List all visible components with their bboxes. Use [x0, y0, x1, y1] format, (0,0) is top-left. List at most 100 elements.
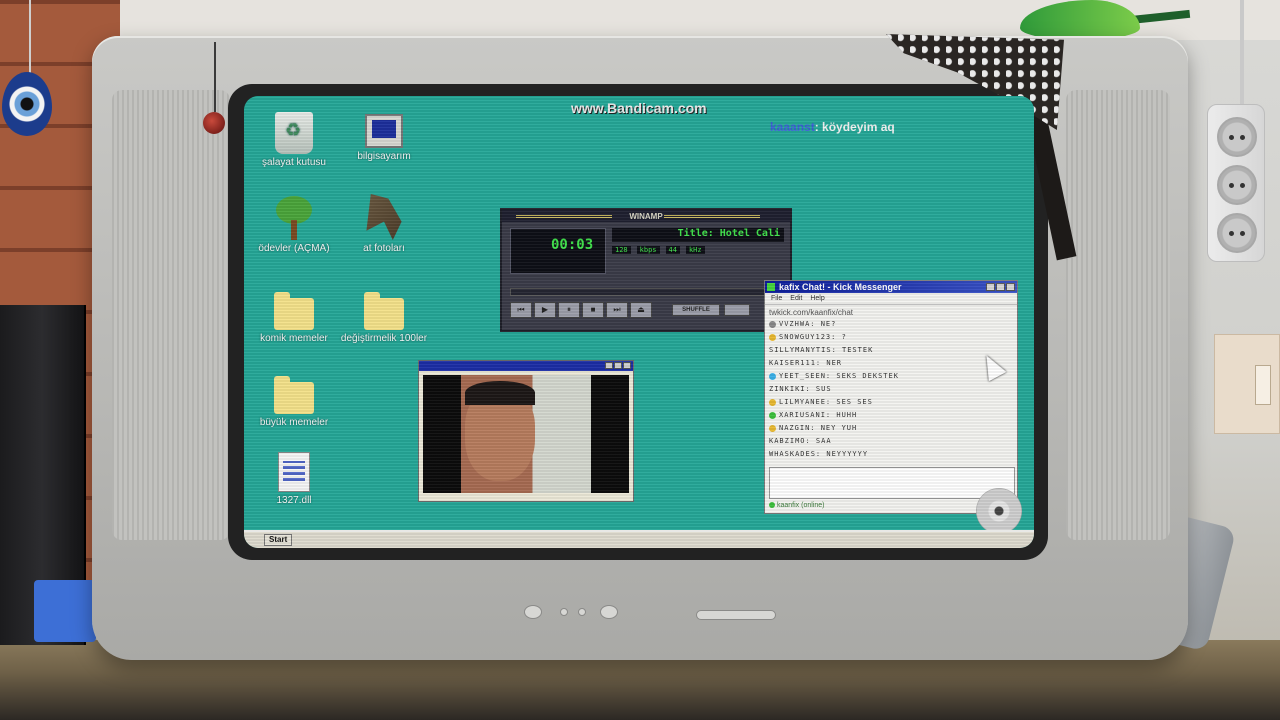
power-led [203, 112, 225, 134]
minimize-button[interactable] [986, 283, 995, 291]
desktop-icon-label: şalayat kutusu [262, 157, 326, 168]
desktop-icon-computer[interactable]: bilgisayarım [336, 114, 432, 162]
messenger-titlebar[interactable]: kafix Chat! - Kick Messenger [765, 281, 1017, 293]
minimize-button[interactable] [605, 362, 613, 369]
chat-message-text: NAZGIN: NEY YUH [779, 424, 858, 432]
next-button[interactable]: ⏭ [606, 302, 628, 318]
maximize-button[interactable] [614, 362, 622, 369]
user-badge-icon [769, 424, 776, 432]
play-button[interactable]: ▶ [534, 302, 556, 318]
pause-button[interactable]: ⏸ [558, 302, 580, 318]
chat-message-text: WHASKADES: NEYYYYYY [769, 450, 869, 458]
evil-eye-charm [2, 72, 52, 136]
chat-message-text: KABZIMO: SAA [769, 437, 832, 445]
repeat-button[interactable] [724, 304, 750, 316]
folder-icon [274, 292, 314, 330]
chat-overlay-colon: : [814, 120, 823, 134]
shuffle-button[interactable]: SHUFFLE [672, 304, 720, 316]
start-button[interactable]: Start [264, 534, 293, 546]
tv-button[interactable] [578, 608, 586, 616]
previous-button[interactable]: ⏮ [510, 302, 532, 318]
chat-message: NAZGIN: NEY YUH [769, 422, 1013, 435]
chat-message: KAISER111: NER [769, 357, 1013, 370]
menu-help[interactable]: Help [810, 295, 824, 302]
chat-message-text: VVZHWA: NE? [779, 320, 837, 328]
chat-overlay: kaaanst: köydeyim aq [770, 120, 895, 134]
chat-overlay-message: köydeyim aq [822, 120, 895, 134]
desktop-icon-horse-photos[interactable]: at fotoları [336, 194, 432, 254]
winamp-song-title: Title: Hotel Cali [612, 228, 784, 242]
power-cable [1240, 0, 1244, 106]
console-stand [34, 580, 96, 642]
switch-toggle [1255, 365, 1271, 405]
chat-message: VVZHWA: NE? [769, 318, 1013, 331]
chat-message-text: XARIUSANI: HUHH [779, 411, 858, 419]
tv-button-bar[interactable] [696, 610, 776, 620]
socket [1217, 213, 1257, 253]
taskbar: Start [244, 530, 1034, 548]
user-badge-icon [769, 333, 776, 341]
desktop-icon-label: at fotoları [363, 243, 405, 254]
maximize-button[interactable] [996, 283, 1005, 291]
user-badge-icon [769, 411, 776, 419]
tv-button[interactable] [560, 608, 568, 616]
desktop-icon-label: komik memeler [260, 333, 328, 344]
power-strip [1207, 104, 1265, 262]
video-window-controls [605, 362, 631, 369]
chat-message-text: YEET_SEEN: SEKS DEKSTEK [779, 372, 899, 380]
socket [1217, 165, 1257, 205]
chat-input[interactable] [769, 467, 1015, 499]
desktop-icon-funny-memes[interactable]: komik memeler [246, 292, 342, 344]
winamp-titlebar[interactable]: WINAMP [502, 210, 790, 222]
messenger-menubar: File Edit Help [765, 293, 1017, 305]
eject-button[interactable]: ⏏ [630, 302, 652, 318]
desktop-icon-label: değiştirmelik 100ler [340, 333, 428, 344]
folder-icon [274, 376, 314, 414]
chat-message-text: ZINKIKI: SUS [769, 385, 832, 393]
desktop-icon-label: büyük memeler [259, 417, 329, 428]
winamp-info: 128 kbps 44 kHz [612, 246, 705, 254]
charm-string [29, 0, 31, 74]
winamp-controls: ⏮ ▶ ⏸ ■ ⏭ ⏏ [510, 302, 652, 318]
video-window[interactable] [418, 360, 634, 502]
chat-overlay-user: kaaanst [770, 120, 815, 134]
chat-message-text: KAISER111: NER [769, 359, 843, 367]
recycle-bin-icon [275, 112, 313, 154]
chat-message-text: LILMYANEE: SES SES [779, 398, 873, 406]
chat-message: YEET_SEEN: SEKS DEKSTEK [769, 370, 1013, 383]
desktop-icon-homework[interactable]: ödevler (AÇMA) [246, 196, 342, 254]
chat-message: LILMYANEE: SES SES [769, 396, 1013, 409]
kick-logo-icon [767, 283, 775, 291]
tv-button[interactable] [600, 605, 618, 619]
chat-message: XARIUSANI: HUHH [769, 409, 1013, 422]
desktop-icon-dll[interactable]: 1327.dll [246, 452, 342, 506]
close-button[interactable] [1006, 283, 1015, 291]
socket [1217, 117, 1257, 157]
desktop-icon-big-memes[interactable]: büyük memeler [246, 376, 342, 428]
winamp-seek-bar[interactable] [510, 288, 786, 296]
chat-message-text: SNOWGUY123: ? [779, 333, 847, 341]
speaker-grille-left [112, 90, 230, 540]
menu-edit[interactable]: Edit [790, 295, 802, 302]
tv-button[interactable] [524, 605, 542, 619]
winamp-kbps: 128 [612, 246, 631, 254]
chat-message-text: SILLYMANYTIS: TESTEK [769, 346, 874, 354]
desktop-icon-recycle[interactable]: şalayat kutusu [246, 112, 342, 168]
desktop-icon-swap-100s[interactable]: değiştirmelik 100ler [336, 292, 432, 344]
messenger-window[interactable]: kafix Chat! - Kick Messenger File Edit H… [764, 280, 1018, 514]
winamp-window[interactable]: WINAMP 00:03 Title: Hotel Cali 128 kbps … [500, 208, 792, 332]
speaker-grille-right [1066, 90, 1170, 540]
winamp-kbps-unit: kbps [636, 246, 660, 254]
user-badge-icon [769, 320, 776, 328]
winamp-display: 00:03 [510, 228, 606, 274]
winamp-khz-unit: kHz [685, 246, 705, 254]
menu-file[interactable]: File [771, 295, 782, 302]
chat-message: KABZIMO: SAA [769, 435, 1013, 448]
stop-button[interactable]: ■ [582, 302, 604, 318]
video-titlebar[interactable] [419, 361, 633, 371]
bandicam-watermark: www.Bandicam.com [571, 100, 707, 116]
user-badge-icon [769, 398, 776, 406]
computer-icon [365, 114, 403, 148]
close-button[interactable] [623, 362, 631, 369]
horse-icon [366, 194, 402, 240]
